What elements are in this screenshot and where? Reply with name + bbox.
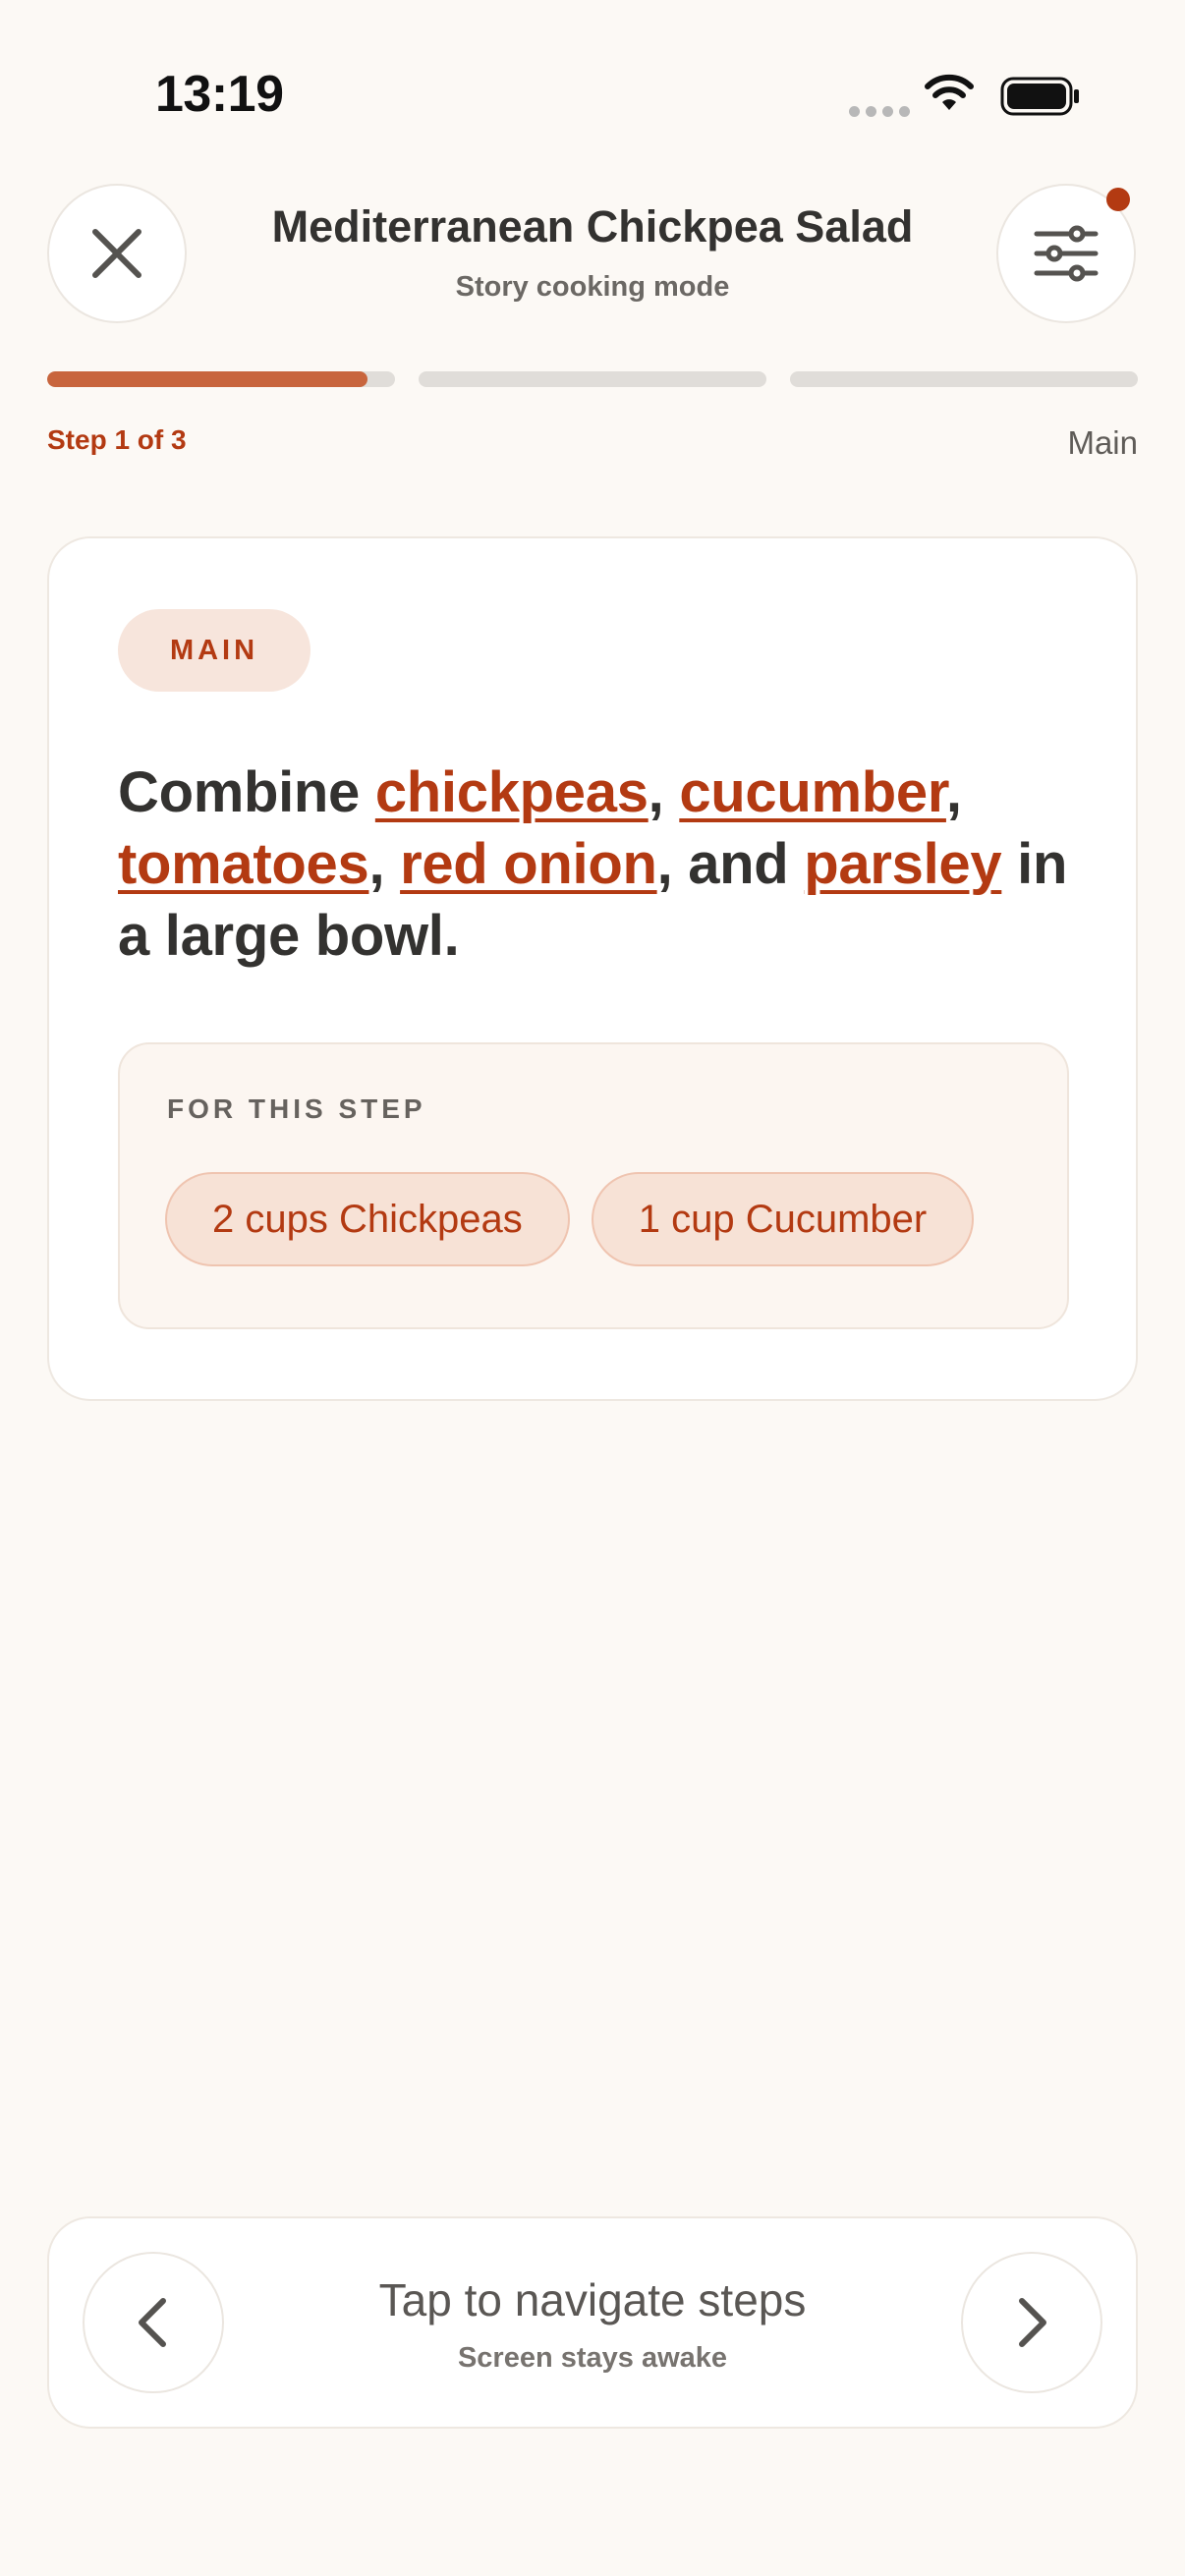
mode-subtitle: Story cooking mode xyxy=(455,271,730,303)
chevron-right-icon xyxy=(1019,2298,1046,2347)
step-navigation: Tap to navigate steps Screen stays awake xyxy=(47,2216,1138,2429)
progress-segment-3 xyxy=(790,371,1138,387)
ingredient-link-red-onion[interactable]: red onion xyxy=(400,832,657,896)
instruction-text: , xyxy=(648,760,680,824)
step-counter: Step 1 of 3 xyxy=(47,424,187,455)
next-step-button[interactable] xyxy=(961,2252,1102,2393)
instruction-text: , xyxy=(368,832,401,896)
section-label: Main xyxy=(1067,424,1138,461)
ingredient-chips[interactable]: 2 cups Chickpeas 1 cup Cucumber xyxy=(165,1172,1022,1274)
ingredient-chip[interactable]: 1 cup Cucumber xyxy=(591,1172,975,1266)
ingredient-link-tomatoes[interactable]: tomatoes xyxy=(118,832,369,896)
status-time: 13:19 xyxy=(155,66,284,123)
close-button[interactable] xyxy=(47,184,187,323)
ingredient-chip[interactable]: 2 cups Chickpeas xyxy=(165,1172,570,1266)
ingredient-link-cucumber[interactable]: cucumber xyxy=(679,760,946,824)
step-ingredients-title: FOR THIS STEP xyxy=(167,1093,426,1124)
signal-dots-icon xyxy=(849,104,916,122)
step-progress xyxy=(47,371,1138,389)
instruction-text: Combine xyxy=(118,760,375,824)
ingredient-link-parsley[interactable]: parsley xyxy=(804,832,1001,896)
ingredient-link-chickpeas[interactable]: chickpeas xyxy=(375,760,649,824)
instruction-text: , xyxy=(945,760,962,824)
instruction-text: , and xyxy=(656,832,805,896)
notification-dot xyxy=(1106,188,1130,211)
navigation-hint: Tap to navigate steps xyxy=(378,2274,807,2325)
step-ingredients-box: FOR THIS STEP 2 cups Chickpeas 1 cup Cucu… xyxy=(118,1042,1069,1329)
battery-icon xyxy=(1000,77,1079,116)
sliders-icon xyxy=(1034,225,1099,282)
chevron-left-icon xyxy=(139,2298,166,2347)
progress-segment-2 xyxy=(419,371,766,387)
step-card: MAIN Combine chickpeas, cucumber, tomato… xyxy=(47,536,1138,1401)
section-tag: MAIN xyxy=(118,609,310,692)
status-icons xyxy=(845,71,1091,120)
recipe-title: Mediterranean Chickpea Salad xyxy=(271,201,914,252)
close-icon xyxy=(92,229,141,278)
settings-button[interactable] xyxy=(996,184,1136,323)
cooking-screen: 13:19 Mediterranean Chickpea Salad Story… xyxy=(0,0,1185,2576)
screen-awake-note: Screen stays awake xyxy=(457,2342,728,2374)
previous-step-button[interactable] xyxy=(83,2252,224,2393)
step-instruction: Combine chickpeas, cucumber, tomatoes, r… xyxy=(118,756,1081,972)
wifi-icon xyxy=(925,74,974,110)
progress-segment-1 xyxy=(47,371,395,387)
